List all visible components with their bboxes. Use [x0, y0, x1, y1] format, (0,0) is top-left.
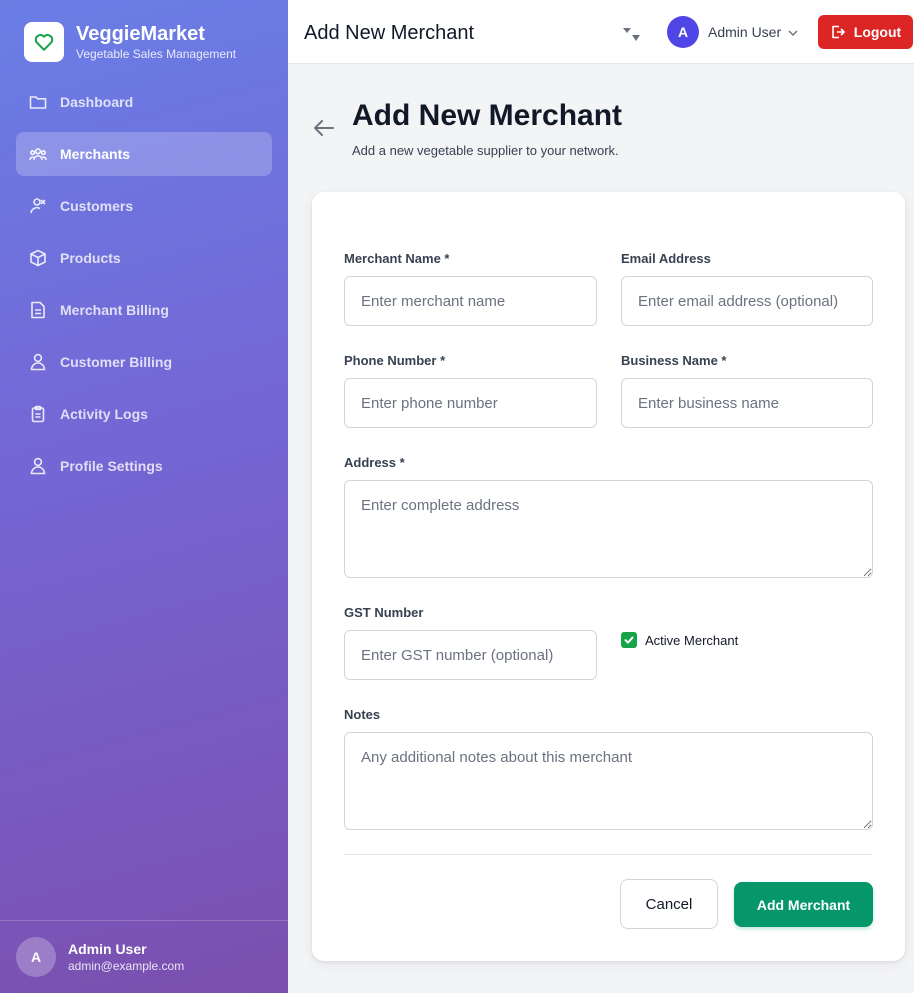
- form-divider: [344, 854, 873, 855]
- top-header: Add New Merchant A Admin User Logout: [288, 0, 914, 64]
- sidebar-item-products[interactable]: Products: [16, 236, 272, 280]
- sidebar-item-customer-billing[interactable]: Customer Billing: [16, 340, 272, 384]
- avatar: A: [16, 937, 56, 977]
- logout-label: Logout: [853, 24, 902, 40]
- brand-subtitle: Vegetable Sales Management: [76, 47, 237, 61]
- page-title: Add New Merchant: [352, 99, 623, 132]
- brand[interactable]: VeggieMarket Vegetable Sales Management: [24, 22, 236, 62]
- sidebar-user[interactable]: A Admin User admin@example.com: [0, 920, 288, 993]
- notes-textarea[interactable]: [344, 732, 873, 830]
- header-user-name: Admin User: [708, 24, 782, 40]
- sidebar-item-label: Customer Billing: [60, 354, 173, 370]
- user-icon: [29, 457, 47, 475]
- phone-label: Phone Number *: [344, 353, 446, 368]
- brand-title: VeggieMarket: [76, 23, 205, 45]
- sidebar-user-name: Admin User: [68, 941, 147, 957]
- back-arrow-icon[interactable]: [312, 117, 336, 139]
- business-name-label: Business Name *: [621, 353, 727, 368]
- merchant-name-input[interactable]: [344, 276, 597, 326]
- cube-icon: [29, 249, 47, 267]
- user-menu[interactable]: A Admin User: [667, 16, 799, 48]
- merchant-name-label: Merchant Name *: [344, 251, 450, 266]
- business-name-input[interactable]: [621, 378, 873, 428]
- heart-icon: [24, 22, 64, 62]
- sidebar-item-label: Dashboard: [60, 94, 134, 110]
- active-merchant-toggle[interactable]: Active Merchant: [621, 632, 738, 648]
- logout-icon: [831, 25, 845, 39]
- clipboard-icon: [29, 405, 47, 423]
- filter-icon[interactable]: [621, 23, 643, 45]
- active-merchant-label: Active Merchant: [645, 632, 739, 648]
- avatar: A: [667, 16, 699, 48]
- sidebar-item-customers[interactable]: Customers: [16, 184, 272, 228]
- sidebar-item-label: Profile Settings: [60, 458, 163, 474]
- sidebar-item-activity-logs[interactable]: Activity Logs: [16, 392, 272, 436]
- add-merchant-button[interactable]: Add Merchant: [734, 882, 873, 927]
- sidebar-item-dashboard[interactable]: Dashboard: [16, 80, 272, 124]
- phone-input[interactable]: [344, 378, 597, 428]
- cancel-button[interactable]: Cancel: [620, 879, 718, 929]
- sidebar-item-label: Merchant Billing: [60, 302, 169, 318]
- sidebar-item-label: Activity Logs: [60, 406, 148, 422]
- gst-label: GST Number: [344, 605, 424, 620]
- sidebar: VeggieMarket Vegetable Sales Management …: [0, 0, 288, 993]
- document-icon: [29, 301, 47, 319]
- sidebar-item-label: Merchants: [60, 146, 131, 162]
- header-title: Add New Merchant: [304, 22, 475, 44]
- sidebar-item-merchant-billing[interactable]: Merchant Billing: [16, 288, 272, 332]
- sidebar-item-label: Customers: [60, 198, 134, 214]
- sidebar-item-merchants[interactable]: Merchants: [16, 132, 272, 176]
- sidebar-user-email: admin@example.com: [68, 959, 185, 973]
- sidebar-nav: Dashboard Merchants Customers Products M…: [16, 80, 272, 496]
- address-label: Address *: [344, 455, 405, 470]
- email-label: Email Address: [621, 251, 711, 266]
- address-textarea[interactable]: [344, 480, 873, 578]
- notes-label: Notes: [344, 707, 381, 722]
- email-input[interactable]: [621, 276, 873, 326]
- page-subtitle: Add a new vegetable supplier to your net…: [352, 143, 619, 158]
- folder-icon: [29, 93, 47, 111]
- customers-icon: [29, 197, 47, 215]
- check-icon: [624, 636, 634, 644]
- gst-input[interactable]: [344, 630, 597, 680]
- sidebar-item-label: Products: [60, 250, 121, 266]
- user-icon: [29, 353, 47, 371]
- active-merchant-checkbox[interactable]: [621, 632, 637, 648]
- users-group-icon: [29, 145, 47, 163]
- logout-button[interactable]: Logout: [818, 15, 913, 49]
- chevron-down-icon: [787, 26, 799, 38]
- sidebar-item-profile-settings[interactable]: Profile Settings: [16, 444, 272, 488]
